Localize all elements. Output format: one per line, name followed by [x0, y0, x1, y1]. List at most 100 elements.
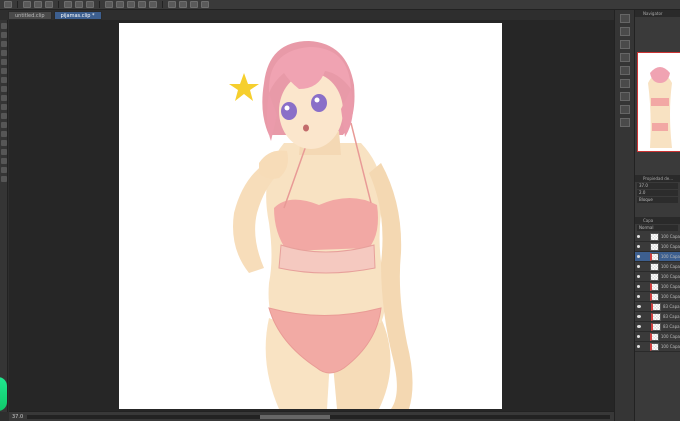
balloon-tool-icon[interactable]: [1, 167, 7, 173]
zoom-level[interactable]: 37.0: [12, 414, 23, 420]
layer-label: 100 Capa: [660, 234, 680, 239]
brush-tool-icon[interactable]: [1, 86, 7, 92]
canvas-area: [9, 20, 614, 411]
material-icon[interactable]: [620, 40, 630, 49]
layer-row[interactable]: 100 Capa: [635, 262, 680, 272]
history-icon[interactable]: [620, 53, 630, 62]
select-all-icon[interactable]: [179, 1, 187, 8]
open-file-icon[interactable]: [34, 1, 42, 8]
pencil-tool-icon[interactable]: [1, 77, 7, 83]
layer-row[interactable]: 83 Capa: [635, 322, 680, 332]
frame-tool-icon[interactable]: [1, 158, 7, 164]
layer-property-icon[interactable]: [620, 66, 630, 75]
save-icon[interactable]: [45, 1, 53, 8]
redo-icon[interactable]: [75, 1, 83, 8]
layer-row[interactable]: 100 Capa: [635, 252, 680, 262]
visibility-eye-icon[interactable]: [637, 295, 641, 298]
new-file-icon[interactable]: [23, 1, 31, 8]
zoom-tool-icon[interactable]: [1, 32, 7, 38]
visibility-eye-icon[interactable]: [637, 305, 641, 308]
deselect-icon[interactable]: [138, 1, 146, 8]
eyedropper-tool-icon[interactable]: [1, 59, 7, 65]
layer-list: 100 Capa 100 Capa 100 Capa 100 Capa 100 Capa…: [635, 232, 680, 352]
color-set-icon[interactable]: [620, 27, 630, 36]
visibility-eye-icon[interactable]: [637, 315, 641, 318]
separator: [99, 1, 100, 8]
layer-label: 100 Capa: [660, 244, 680, 249]
layer-label: 100 Capa: [660, 274, 680, 279]
layer-thumbnail: [650, 272, 659, 281]
visibility-eye-icon[interactable]: [637, 335, 641, 338]
layer-thumbnail: [650, 292, 659, 301]
airbrush-tool-icon[interactable]: [1, 95, 7, 101]
visibility-eye-icon[interactable]: [637, 255, 641, 258]
layer-row[interactable]: 83 Capa: [635, 302, 680, 312]
brush-size-field[interactable]: 37.0: [637, 183, 678, 189]
separator: [58, 1, 59, 8]
opacity-field[interactable]: 2.0: [637, 190, 678, 196]
line-tool-icon[interactable]: [1, 176, 7, 182]
lasso-tool-icon[interactable]: [1, 50, 7, 56]
sub-tool-icon[interactable]: [620, 14, 630, 23]
separator: [17, 1, 18, 8]
tool-property-panel: Propiedad de... 37.0 2.0 Bloque: [634, 175, 680, 217]
navigator-title: Navigator: [635, 10, 680, 17]
layer-row[interactable]: 100 Capa: [635, 282, 680, 292]
visibility-eye-icon[interactable]: [637, 325, 641, 328]
layer-thumbnail: [651, 312, 661, 321]
pen-tool-icon[interactable]: [1, 68, 7, 74]
brush-icon[interactable]: [201, 1, 209, 8]
tool-palette: [0, 20, 8, 412]
color-wheel[interactable]: [0, 377, 7, 411]
layer-thumbnail: [651, 322, 661, 331]
navigator-preview[interactable]: [637, 52, 680, 152]
layer-thumbnail: [651, 302, 661, 311]
layer-row[interactable]: 100 Capa: [635, 332, 680, 342]
eraser-tool-icon[interactable]: [1, 104, 7, 110]
layer-row[interactable]: 100 Capa: [635, 272, 680, 282]
layer-row[interactable]: 100 Capa: [635, 342, 680, 352]
horizontal-scrollbar[interactable]: [27, 414, 610, 419]
fill-icon[interactable]: [116, 1, 124, 8]
layer-row[interactable]: 83 Capa: [635, 312, 680, 322]
layer-row[interactable]: 100 Capa: [635, 292, 680, 302]
text-tool-icon[interactable]: [1, 140, 7, 146]
document-tabs: untitled.clip pijamas.clip *: [8, 11, 102, 20]
app-window: untitled.clip pijamas.clip * 37.0 Naviga…: [0, 0, 680, 421]
crop-icon[interactable]: [149, 1, 157, 8]
fill-tool-icon[interactable]: [1, 122, 7, 128]
visibility-eye-icon[interactable]: [637, 345, 641, 348]
blend-mode-select[interactable]: Normal: [637, 225, 678, 231]
layer-row[interactable]: 100 Capa: [635, 232, 680, 242]
visibility-eye-icon[interactable]: [637, 265, 641, 268]
move-tool-icon[interactable]: [1, 23, 7, 29]
block-field[interactable]: Bloque: [637, 197, 678, 203]
transform-icon[interactable]: [127, 1, 135, 8]
layer-row[interactable]: 100 Capa: [635, 242, 680, 252]
clear-icon[interactable]: [105, 1, 113, 8]
selection-tool-icon[interactable]: [1, 41, 7, 47]
gradient-tool-icon[interactable]: [1, 131, 7, 137]
tab-untitled[interactable]: untitled.clip: [8, 11, 52, 20]
undo-icon[interactable]: [64, 1, 72, 8]
tool-property-title: Propiedad de...: [635, 175, 680, 182]
ruler-icon[interactable]: [168, 1, 176, 8]
visibility-eye-icon[interactable]: [637, 245, 641, 248]
animation-icon[interactable]: [620, 105, 630, 114]
tab-pijamas[interactable]: pijamas.clip *: [53, 11, 102, 20]
scroll-thumb[interactable]: [260, 414, 331, 419]
rotate-icon[interactable]: [86, 1, 94, 8]
app-icon[interactable]: [4, 1, 12, 8]
artwork-illustration: [229, 41, 413, 409]
item-bank-icon[interactable]: [620, 79, 630, 88]
visibility-eye-icon[interactable]: [637, 235, 641, 238]
blend-tool-icon[interactable]: [1, 113, 7, 119]
panel-icon-strip: [614, 10, 634, 421]
pen-icon[interactable]: [190, 1, 198, 8]
visibility-eye-icon[interactable]: [637, 275, 641, 278]
auto-action-icon[interactable]: [620, 92, 630, 101]
search-icon[interactable]: [620, 118, 630, 127]
visibility-eye-icon[interactable]: [637, 285, 641, 288]
drawing-canvas[interactable]: [119, 23, 502, 409]
ruler-tool-icon[interactable]: [1, 149, 7, 155]
